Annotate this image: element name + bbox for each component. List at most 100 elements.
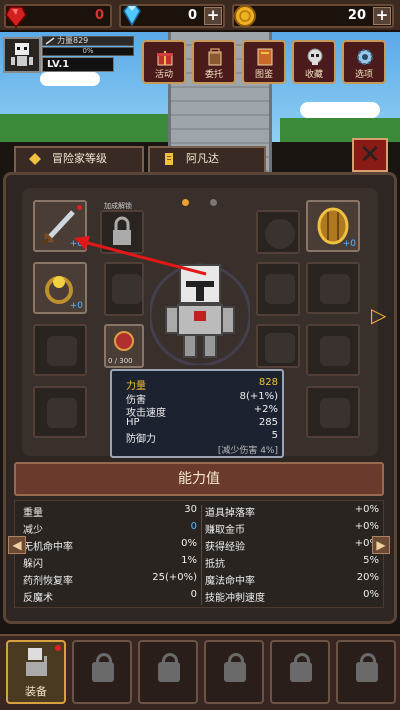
level-badge: LV.1 (42, 57, 114, 72)
stats-divider (201, 505, 202, 605)
locked-tab[interactable] (204, 640, 264, 704)
add-coins-button[interactable]: + (373, 7, 391, 25)
shield-plus: +0 (342, 239, 356, 249)
skull-icon (307, 48, 323, 65)
armor-slot[interactable] (33, 324, 87, 376)
stat-row: 赚取金币 +0% (205, 521, 383, 538)
new-badge (55, 645, 61, 651)
codex-label: 图鉴 (254, 70, 273, 80)
stat-value: 5% (363, 555, 379, 566)
gear-icon (357, 49, 373, 65)
diamond-counter: 0 + (119, 4, 225, 28)
necklace-slot[interactable] (256, 210, 300, 254)
stat-row: 躲闪 1% (23, 555, 201, 572)
lock-icon (290, 653, 312, 682)
stat-label: 无机命中率 (23, 542, 73, 553)
stat-value: 0 (190, 521, 197, 532)
stat-value: 0% (181, 538, 197, 549)
sword-mini-icon (45, 37, 55, 45)
stat-value: 20% (356, 572, 379, 583)
options-label: 选项 (354, 70, 373, 80)
stat-row: 魔法命中率 20% (205, 572, 383, 589)
chevron-left-icon: ◀ (12, 538, 22, 552)
ability-stats: 重量 30 减少 0 无机命中率 0% 躲闪 1% 药剂恢复率 25(+0%) 反魔术 0 … (14, 500, 384, 608)
pointer-arrow (74, 236, 207, 276)
belt-placeholder-icon (320, 336, 350, 366)
boots-placeholder-icon (320, 398, 350, 428)
commission-button[interactable]: 委托 (192, 40, 236, 84)
locked-tab[interactable] (72, 640, 132, 704)
book-icon (257, 48, 273, 66)
stat-row: 获得经验 +0% (205, 538, 383, 555)
page-dot[interactable] (210, 199, 217, 206)
xp-bar: 0% (42, 47, 134, 56)
locked-tab[interactable] (336, 640, 396, 704)
options-button[interactable]: 选项 (342, 40, 386, 84)
stat-row: 反魔术 0 (23, 589, 201, 606)
necklace-placeholder-icon (265, 219, 295, 249)
tooltip-title-value: 828 (258, 377, 278, 388)
accessory-slot[interactable] (256, 262, 300, 316)
gloves-slot[interactable] (306, 262, 360, 314)
locked-tab[interactable] (270, 640, 330, 704)
stats-next-button[interactable]: ▶ (372, 536, 390, 554)
page-dot-active[interactable] (182, 199, 189, 206)
helmet-slot[interactable] (256, 324, 300, 368)
potion-icon (114, 331, 134, 351)
equip-tab-button[interactable]: 装备 (6, 640, 66, 704)
tooltip-note: [减少伤害 4%] (217, 446, 278, 456)
stat-label: 减少 (23, 525, 43, 536)
avatar[interactable] (3, 37, 41, 73)
event-button[interactable]: 活动 (142, 40, 186, 84)
collection-label: 收藏 (304, 70, 323, 80)
ability-header: 能力值 (14, 462, 384, 496)
potion-slot[interactable]: 0 / 300 (104, 324, 144, 368)
close-icon: ✕ (359, 140, 381, 170)
ability-title: 能力值 (178, 471, 220, 487)
locked-tab[interactable] (138, 640, 198, 704)
stat-label: 重量 (23, 508, 43, 519)
stat-value: 25(+0%) (152, 572, 197, 583)
stat-row: 技能冲刺速度 0% (205, 589, 383, 606)
stat-row: 药剂恢复率 25(+0%) (23, 572, 201, 589)
offhand-placeholder-icon (112, 274, 142, 304)
stat-label: 魔法命中率 (205, 576, 255, 587)
stat-value: +0% (354, 504, 379, 515)
stat-row: 无机命中率 0% (23, 538, 201, 555)
coin-icon (234, 5, 256, 27)
potion-count: 0 / 300 (108, 357, 133, 365)
stat-label: 抵抗 (205, 559, 225, 570)
armor-placeholder-icon (47, 336, 77, 366)
stat-label: 药剂恢复率 (23, 576, 73, 587)
tooltip-value: +2% (253, 404, 278, 415)
knight-tab-icon (26, 648, 47, 676)
stat-label: 技能冲刺速度 (205, 593, 265, 604)
xp-percent: 0% (82, 47, 94, 55)
diamond-tab-icon (29, 153, 41, 165)
stat-row: 抵抗 5% (205, 555, 383, 572)
skeleton-portrait-icon (11, 43, 33, 66)
shield-slot[interactable]: +0 (306, 200, 360, 252)
codex-button[interactable]: 图鉴 (242, 40, 286, 84)
diamond-icon (123, 5, 141, 27)
coin-value: 20 (347, 8, 366, 23)
stats-left-column: 重量 30 减少 0 无机命中率 0% 躲闪 1% 药剂恢复率 25(+0%) 反魔术 0 (23, 504, 201, 606)
boots-slot[interactable] (306, 386, 360, 438)
accessory-placeholder-icon (265, 274, 295, 304)
next-page-arrow[interactable]: ▷ (371, 303, 395, 329)
belt-slot[interactable] (306, 324, 360, 376)
backpack-icon (208, 48, 222, 66)
stat-row: 道具掉落率 +0% (205, 504, 383, 521)
close-button[interactable]: ✕ (352, 138, 388, 172)
tab-adventurer-level[interactable]: 冒险家等级 (14, 146, 144, 172)
tab-avatar[interactable]: 阿凡达 (148, 146, 266, 172)
gift-icon (157, 51, 173, 66)
cloak-slot[interactable] (33, 386, 87, 438)
tab-avatar-label: 阿凡达 (186, 152, 219, 165)
commission-label: 委托 (204, 70, 223, 80)
stats-prev-button[interactable]: ◀ (8, 536, 26, 554)
collection-button[interactable]: 收藏 (292, 40, 336, 84)
chevron-right-icon: ▷ (371, 303, 387, 327)
strength-bar: 力量829 (42, 36, 134, 46)
add-diamonds-button[interactable]: + (204, 7, 222, 25)
